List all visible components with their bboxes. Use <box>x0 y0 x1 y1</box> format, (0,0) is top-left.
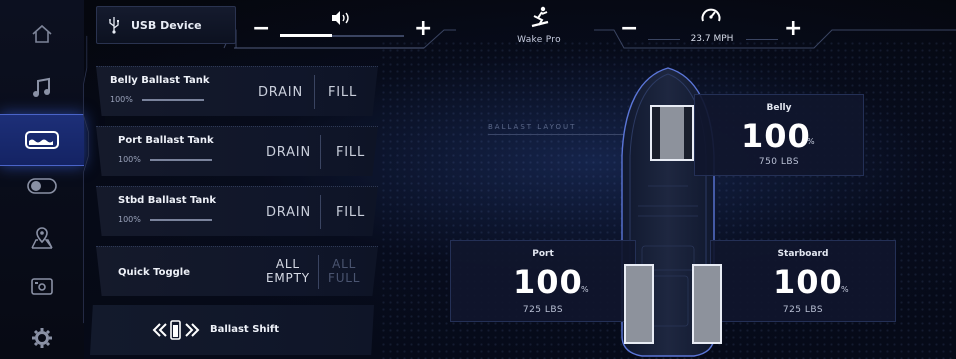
tank-name: Belly Ballast Tank <box>110 75 210 86</box>
tank-level-bar <box>142 99 204 101</box>
port-tank-fill <box>626 266 652 342</box>
belly-unit: % <box>807 137 815 146</box>
all-full-line1: ALL <box>332 257 357 271</box>
ballast-shift-label: Ballast Shift <box>210 324 280 335</box>
tank-level-bar <box>150 159 212 161</box>
all-empty-line2: EMPTY <box>266 271 310 285</box>
camera-icon <box>31 278 53 295</box>
speaker-icon <box>332 11 349 25</box>
fill-button[interactable]: FILL <box>336 145 365 160</box>
tank-name: Stbd Ballast Tank <box>118 195 217 206</box>
volume-level <box>280 34 332 37</box>
gear-icon <box>32 328 52 348</box>
port-weight: 725 LBS <box>522 305 564 315</box>
belly-tank-graphic <box>650 105 694 161</box>
side-nav <box>0 0 84 359</box>
tank-row-stbd: Stbd Ballast Tank 100% DRAIN FILL <box>96 186 378 236</box>
button-divider <box>314 75 315 109</box>
speed-control: − 23.7 MPH + <box>612 2 812 48</box>
starboard-unit: % <box>841 285 849 294</box>
ballast-icon <box>25 131 59 149</box>
all-full-line2: FULL <box>328 271 361 285</box>
speedometer-icon <box>701 8 721 22</box>
top-bar: USB Device − + Wake Pro − 23.7 MPH + <box>84 0 956 52</box>
port-readout: Port 100 % 725 LBS <box>450 240 636 322</box>
quick-toggle-label: Quick Toggle <box>118 267 190 278</box>
volume-down-button[interactable]: − <box>252 18 270 40</box>
map-icon <box>31 227 53 249</box>
belly-title: Belly <box>766 103 792 113</box>
nav-map[interactable] <box>0 212 84 264</box>
drain-button[interactable]: DRAIN <box>266 205 311 220</box>
wake-mode[interactable]: Wake Pro <box>484 2 594 48</box>
port-title: Port <box>532 249 554 259</box>
starboard-weight: 725 LBS <box>782 305 824 315</box>
tank-percent: 100% <box>110 95 133 104</box>
rail-divider <box>83 35 89 324</box>
volume-control: − + <box>234 2 434 48</box>
button-divider <box>320 135 321 169</box>
wakeboarder-icon <box>531 6 549 28</box>
usb-icon <box>109 17 119 34</box>
ballast-layout-label: BALLAST LAYOUT <box>488 123 577 131</box>
belly-tank-fill <box>660 107 684 159</box>
nav-camera[interactable] <box>0 260 84 312</box>
volume-up-button[interactable]: + <box>414 18 432 40</box>
speed-line-right <box>746 39 778 40</box>
drain-button[interactable]: DRAIN <box>258 85 303 100</box>
tank-row-port: Port Ballast Tank 100% DRAIN FILL <box>96 126 378 176</box>
starboard-readout: Starboard 100 % 725 LBS <box>710 240 896 322</box>
speed-up-button[interactable]: + <box>784 18 802 40</box>
source-label: USB Device <box>131 18 202 32</box>
all-empty-line1: ALL <box>275 257 300 271</box>
mode-label: Wake Pro <box>517 35 561 45</box>
quick-toggle-row: Quick Toggle ALL EMPTY ALL FULL <box>96 246 378 296</box>
fill-button[interactable]: FILL <box>328 85 357 100</box>
all-full-button[interactable]: ALL FULL <box>328 257 360 285</box>
drain-button[interactable]: DRAIN <box>266 145 311 160</box>
tank-name: Port Ballast Tank <box>118 135 214 146</box>
button-divider <box>318 255 319 289</box>
tank-percent: 100% <box>118 215 141 224</box>
toggle-icon <box>27 178 57 194</box>
source-tab[interactable]: USB Device <box>96 6 236 44</box>
tank-percent: 100% <box>118 155 141 164</box>
starboard-value: 100 <box>773 263 843 301</box>
starboard-tank-fill <box>694 266 720 342</box>
music-icon <box>33 77 50 97</box>
nav-home[interactable] <box>0 8 84 60</box>
port-tank-graphic <box>624 264 654 344</box>
speed-down-button[interactable]: − <box>620 18 638 40</box>
tank-level-bar <box>150 219 212 221</box>
nav-settings[interactable] <box>0 312 84 359</box>
tank-row-belly: Belly Ballast Tank 100% DRAIN FILL <box>96 66 378 116</box>
nav-toggles[interactable] <box>0 160 84 212</box>
starboard-tank-graphic <box>692 264 722 344</box>
button-divider <box>320 195 321 229</box>
home-icon <box>32 24 52 43</box>
port-value: 100 <box>513 263 583 301</box>
belly-value: 100 <box>741 117 811 155</box>
ballast-screen: USB Device − + Wake Pro − 23.7 MPH + Bel… <box>0 0 956 359</box>
fill-button[interactable]: FILL <box>336 205 365 220</box>
shift-icon <box>152 320 200 340</box>
belly-readout: Belly 100 % 750 LBS <box>694 94 864 176</box>
nav-ballast[interactable] <box>0 114 84 166</box>
nav-audio[interactable] <box>0 62 84 114</box>
belly-weight: 750 LBS <box>758 157 800 167</box>
all-empty-button[interactable]: ALL EMPTY <box>266 257 310 285</box>
starboard-title: Starboard <box>777 249 829 259</box>
port-unit: % <box>581 285 589 294</box>
ballast-shift-button[interactable]: Ballast Shift <box>90 305 374 355</box>
